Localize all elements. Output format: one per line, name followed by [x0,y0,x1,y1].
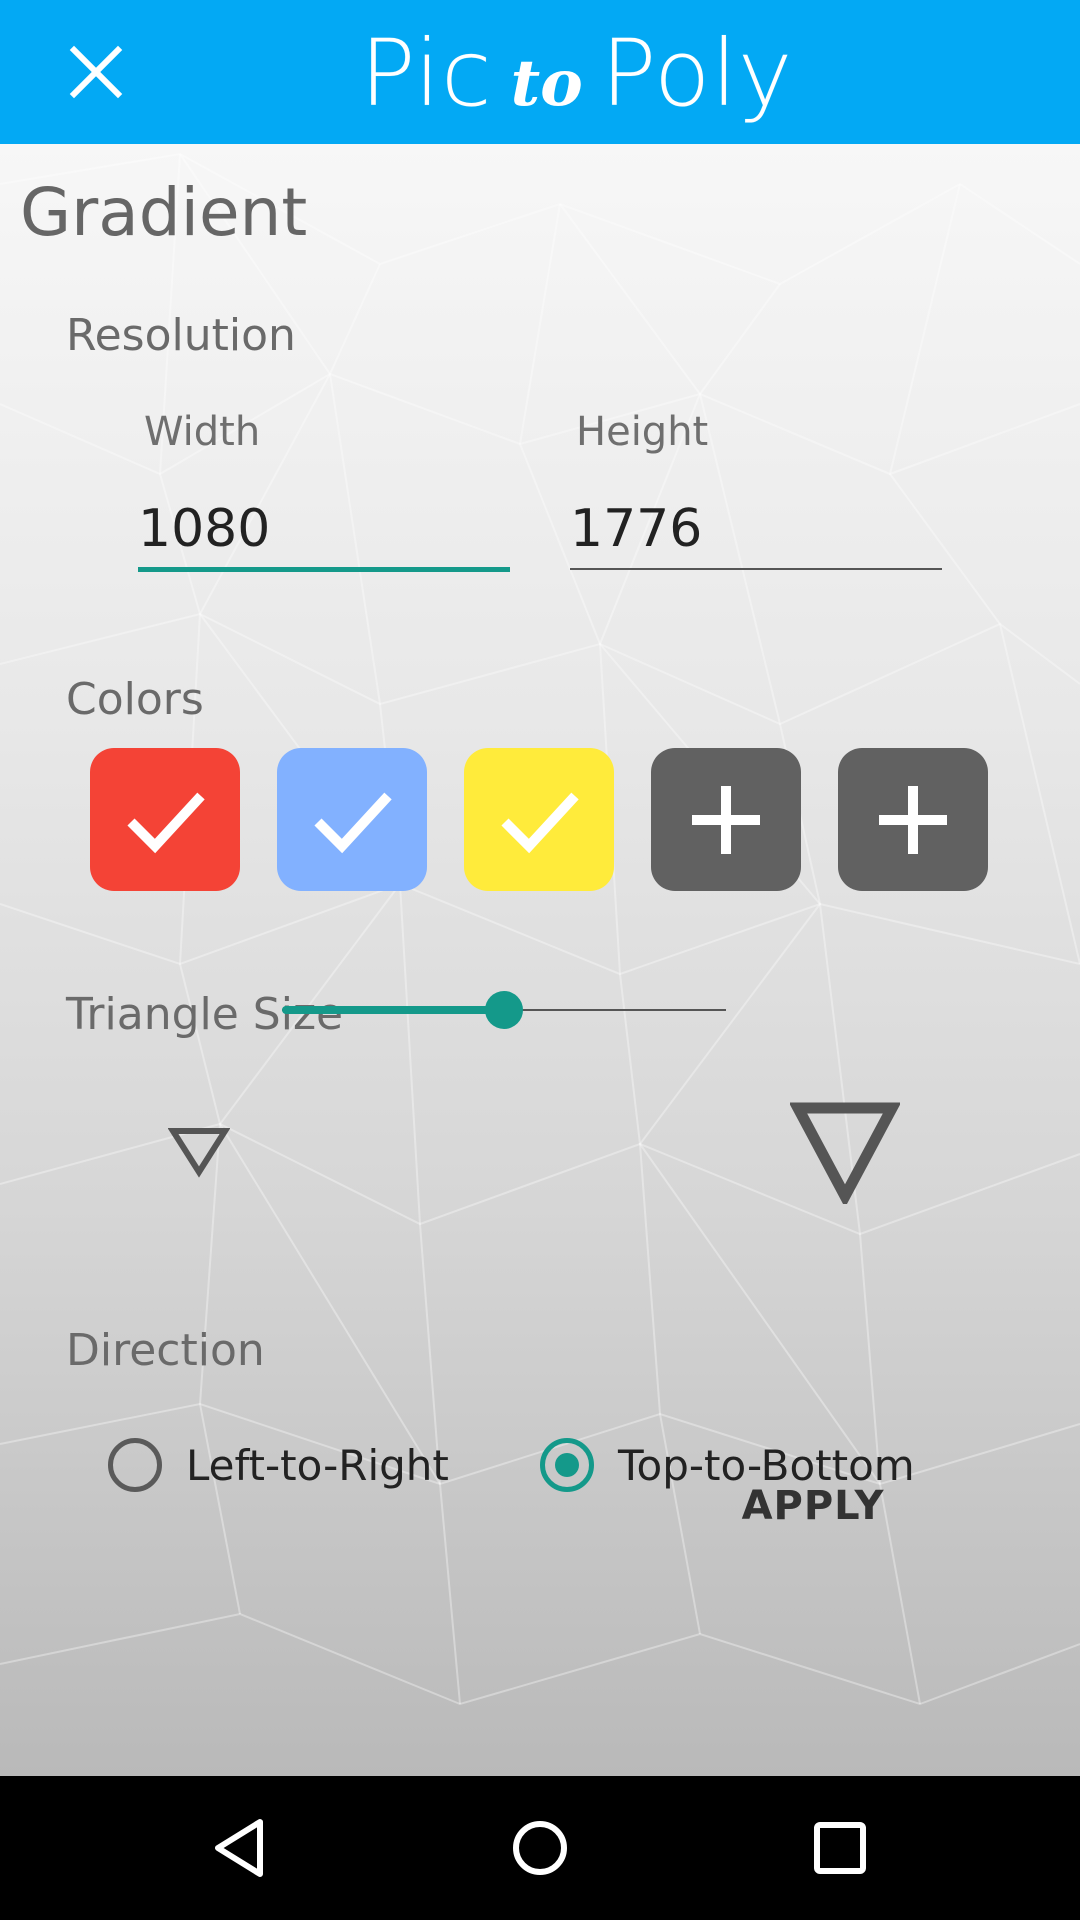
add-color-button[interactable] [838,748,988,891]
height-input[interactable] [570,492,942,566]
width-label: Width [144,409,261,455]
color-swatch-yellow[interactable] [464,748,614,891]
plus-icon [692,785,760,854]
large-triangle-icon [790,1102,900,1204]
width-field-underline [138,567,510,572]
app-bar: Pic to Poly [0,0,1080,144]
system-nav-bar [0,1776,1080,1920]
radio-button-unselected[interactable] [108,1438,162,1492]
apply-button[interactable]: APPLY [728,1466,898,1546]
small-triangle-icon [168,1128,230,1178]
width-field[interactable] [138,492,510,572]
app-title-poly: Poly [600,20,794,128]
check-icon [501,792,579,853]
radio-label: Left-to-Right [186,1440,449,1490]
recents-square-icon[interactable] [808,1816,872,1880]
low-poly-background [0,152,1080,1706]
app-title-logo: Pic to Poly [360,14,793,134]
section-title: Gradient [20,174,308,251]
resolution-label: Resolution [66,310,296,361]
back-triangle-icon[interactable] [208,1816,272,1880]
close-button[interactable] [62,38,130,106]
colors-label: Colors [66,674,204,725]
height-label: Height [576,409,709,455]
add-color-button[interactable] [651,748,801,891]
check-icon [127,792,205,853]
app-title-pic: Pic [360,20,493,128]
color-swatch-red[interactable] [90,748,240,891]
plus-icon [879,785,947,854]
triangle-size-slider-fill [282,1006,504,1014]
direction-label: Direction [66,1325,265,1376]
height-field-underline [570,568,942,570]
triangle-size-label: Triangle Size [66,989,344,1040]
close-icon [69,45,123,99]
radio-left-to-right[interactable]: Left-to-Right [108,1438,449,1492]
height-field[interactable] [570,492,942,572]
check-icon [314,792,392,853]
gradient-settings-panel: Gradient Resolution Width Height Colors … [0,144,1080,1776]
app-title-to: to [510,46,583,121]
color-swatch-blue[interactable] [277,748,427,891]
radio-button-selected[interactable] [540,1438,594,1492]
width-input[interactable] [138,492,510,566]
triangle-size-slider-thumb[interactable] [485,991,523,1029]
home-circle-icon[interactable] [508,1816,572,1880]
